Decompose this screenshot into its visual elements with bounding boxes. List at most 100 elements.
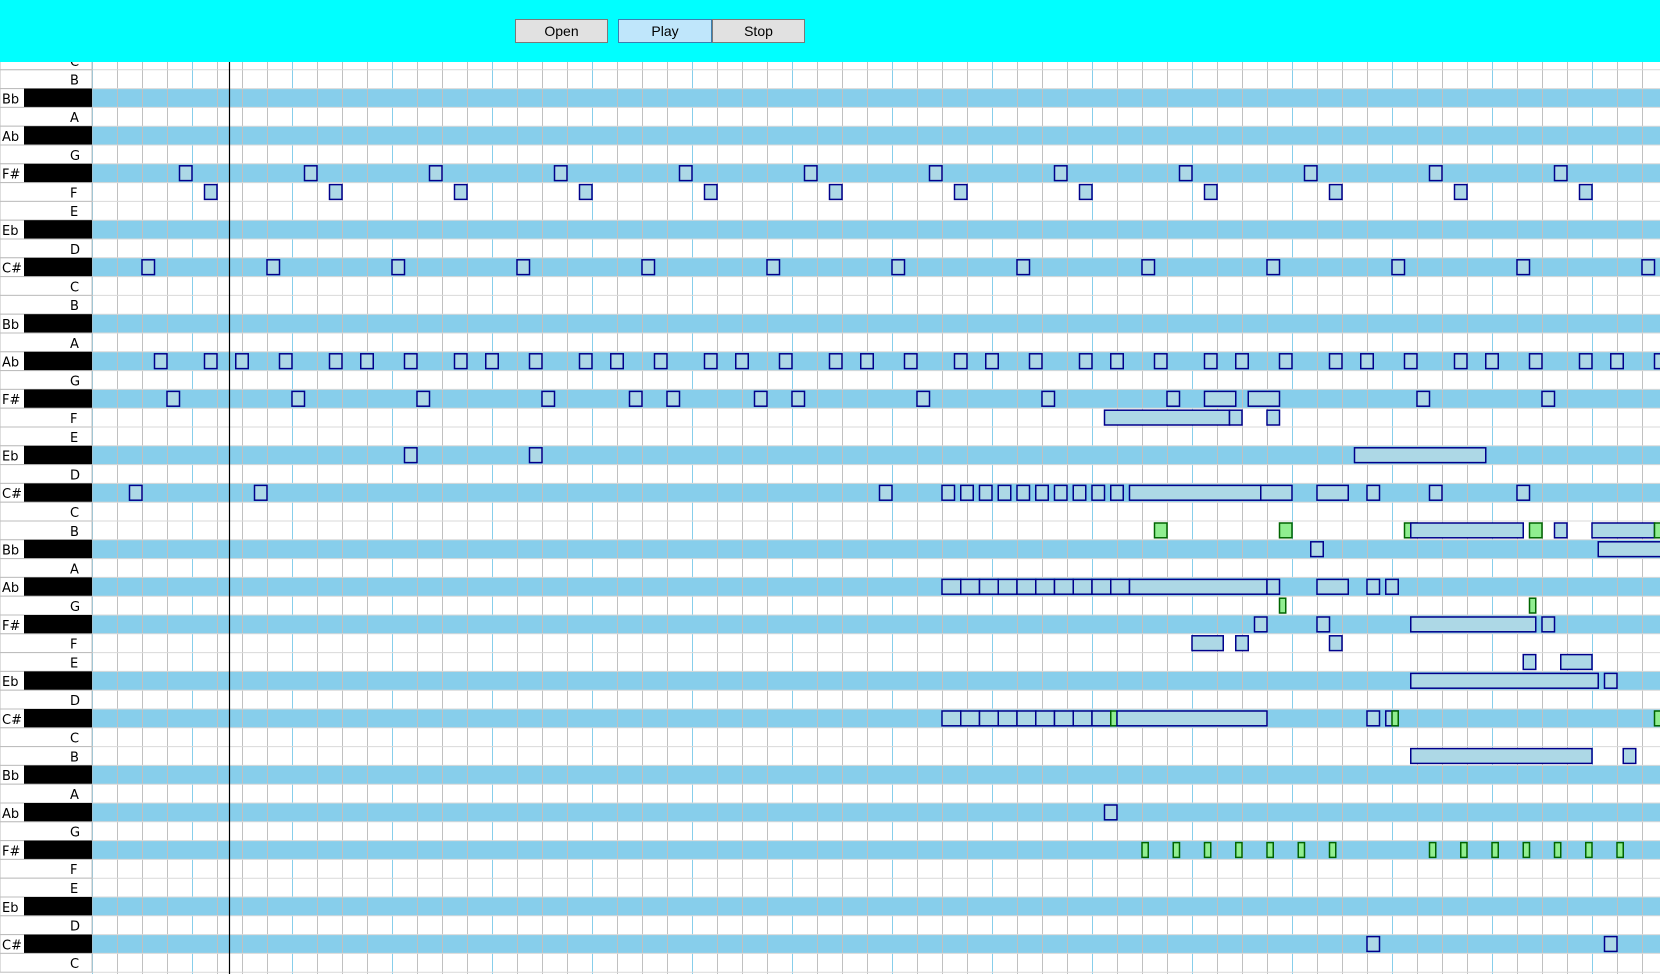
note[interactable] [291,390,306,407]
black-key[interactable] [24,934,92,954]
note[interactable] [1316,616,1331,633]
note[interactable] [253,484,268,501]
stop-button[interactable]: Stop [712,19,805,43]
note[interactable] [953,183,968,201]
note[interactable] [791,390,806,407]
piano-key[interactable] [0,182,93,202]
black-key[interactable] [24,897,92,916]
note[interactable] [1266,841,1274,859]
note[interactable] [1091,578,1112,595]
black-key[interactable] [24,709,92,728]
note[interactable] [1110,484,1124,501]
note[interactable] [1278,353,1293,370]
note[interactable] [1328,635,1343,652]
note[interactable] [178,165,193,182]
note[interactable] [403,447,418,464]
black-key[interactable] [24,163,92,183]
note[interactable] [278,353,293,370]
note[interactable] [1166,390,1181,407]
note[interactable] [485,353,499,370]
note[interactable] [753,390,768,407]
black-key[interactable] [24,314,92,333]
note[interactable] [1266,409,1281,426]
note[interactable] [891,259,906,276]
note[interactable] [1366,710,1381,727]
note[interactable] [1110,578,1131,595]
note[interactable] [1203,353,1218,370]
note[interactable] [1516,259,1531,276]
note[interactable] [1553,841,1562,859]
note[interactable] [1541,616,1556,633]
note[interactable] [1528,522,1543,539]
note[interactable] [1460,841,1468,859]
black-key[interactable] [24,577,92,597]
note[interactable] [1603,672,1618,689]
note[interactable] [1522,653,1537,671]
note[interactable] [1453,183,1468,201]
note[interactable] [1191,635,1224,652]
note[interactable] [1528,597,1537,614]
note[interactable] [1053,165,1068,182]
note[interactable] [1016,259,1031,276]
note[interactable] [1072,484,1087,501]
note[interactable] [628,390,643,407]
note[interactable] [1310,541,1324,558]
note[interactable] [1403,353,1418,370]
note[interactable] [1366,484,1381,501]
note[interactable] [1203,390,1237,407]
note[interactable] [803,165,818,182]
note[interactable] [735,353,749,370]
note[interactable] [166,390,181,407]
note[interactable] [1578,353,1593,370]
note[interactable] [141,259,156,276]
note[interactable] [1328,841,1337,859]
note[interactable] [1297,841,1306,859]
note[interactable] [303,165,318,182]
note[interactable] [766,259,781,276]
note[interactable] [1078,353,1093,370]
note[interactable] [903,353,918,370]
black-key[interactable] [24,765,92,785]
note[interactable] [1316,484,1349,501]
note[interactable] [1428,841,1437,859]
black-key[interactable] [24,389,92,409]
note[interactable] [1260,484,1293,501]
note[interactable] [1035,578,1056,595]
note[interactable] [1553,165,1568,182]
note[interactable] [1385,578,1399,595]
note[interactable] [328,183,343,201]
note[interactable] [1653,522,1660,539]
black-key[interactable] [24,257,92,277]
note[interactable] [985,353,999,370]
note[interactable] [928,165,943,182]
note[interactable] [1072,710,1093,727]
note[interactable] [941,710,962,727]
note[interactable] [1228,409,1243,426]
note[interactable] [1153,353,1168,370]
note[interactable] [235,353,249,370]
note[interactable] [960,484,974,501]
note[interactable] [1247,390,1281,407]
note[interactable] [1585,841,1593,859]
note[interactable] [1053,710,1074,727]
note[interactable] [1360,353,1374,370]
note[interactable] [1035,484,1049,501]
note[interactable] [1303,165,1318,182]
note[interactable] [528,447,543,464]
note[interactable] [1266,578,1281,595]
note[interactable] [1091,484,1106,501]
note[interactable] [1072,578,1093,595]
note[interactable] [941,484,956,501]
note[interactable] [541,390,556,407]
note[interactable] [1016,484,1031,501]
note[interactable] [1041,390,1056,407]
note[interactable] [516,259,531,276]
note[interactable] [1110,353,1124,370]
note[interactable] [1428,484,1443,501]
open-button[interactable]: Open [515,19,608,43]
note[interactable] [997,484,1012,501]
black-key[interactable] [24,840,92,860]
note[interactable] [1597,541,1660,558]
note[interactable] [1235,841,1243,859]
note[interactable] [453,353,468,370]
